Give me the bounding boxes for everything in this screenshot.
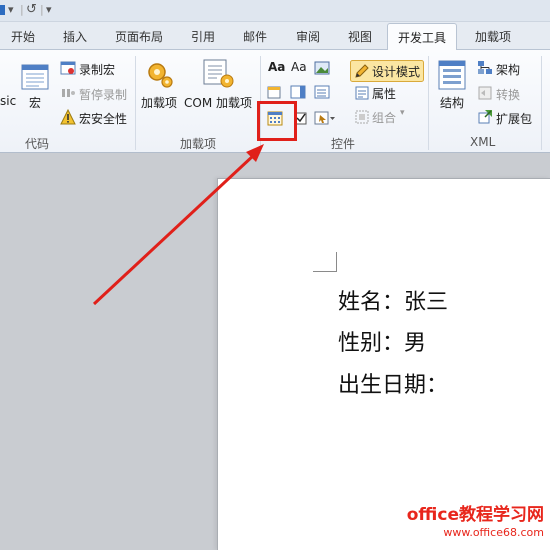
watermark-url: www.office68.com	[443, 526, 544, 539]
watermark-title: office教程学习网	[406, 505, 544, 525]
watermark: office教程学习网 www.office68.com	[407, 500, 544, 539]
annotation-arrow	[92, 144, 264, 306]
